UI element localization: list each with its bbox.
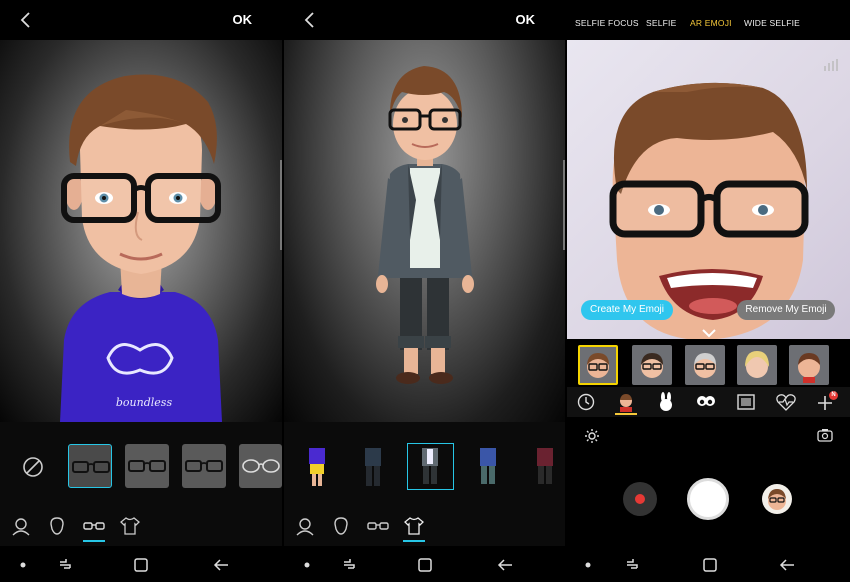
settings-gear-icon[interactable] xyxy=(584,428,600,444)
dot-icon[interactable] xyxy=(14,556,32,574)
top-bar: OK xyxy=(284,0,565,40)
outfit-option-red[interactable] xyxy=(532,444,558,490)
home-icon[interactable] xyxy=(132,556,150,574)
shirt-icon[interactable] xyxy=(403,516,425,536)
emoji-avatar-icon xyxy=(694,353,716,378)
record-dot-icon xyxy=(635,494,645,504)
outfit-option-blue[interactable] xyxy=(475,444,501,490)
emoji-avatar-icon xyxy=(798,353,820,383)
avatar-icon[interactable] xyxy=(615,392,637,412)
active-tab-indicator xyxy=(83,540,105,542)
category-tabs xyxy=(0,510,282,546)
ok-button[interactable]: OK xyxy=(233,12,253,27)
recent-apps-icon[interactable] xyxy=(340,556,358,574)
shirt-icon[interactable] xyxy=(119,516,141,536)
avatar-thumbnail-icon xyxy=(768,489,786,510)
camera-preview xyxy=(567,40,850,339)
home-icon[interactable] xyxy=(701,556,719,574)
outfit-option-selected[interactable] xyxy=(407,443,454,490)
create-my-emoji-button[interactable]: Create My Emoji xyxy=(581,300,673,320)
ar-emoji-camera-screen: SELFIE FOCUS SELFIE AR EMOJI WIDE SELFIE… xyxy=(567,0,850,582)
avatar-bust-illustration xyxy=(60,74,222,422)
glasses-editor-screen: OK boundless xyxy=(0,0,282,582)
outfit-option-dark[interactable] xyxy=(360,444,386,490)
active-tab-indicator xyxy=(403,540,425,542)
head-icon[interactable] xyxy=(330,516,352,536)
camera-mode-bar: SELFIE FOCUS SELFIE AR EMOJI WIDE SELFIE xyxy=(567,0,850,40)
mode-ar-emoji[interactable]: AR EMOJI xyxy=(690,18,732,28)
recent-apps-icon[interactable] xyxy=(56,556,74,574)
dot-icon[interactable] xyxy=(298,556,316,574)
new-badge: N xyxy=(829,391,838,400)
head-icon[interactable] xyxy=(46,516,68,536)
mode-selfie-focus[interactable]: SELFIE FOCUS xyxy=(575,18,639,28)
back-nav-icon[interactable] xyxy=(779,556,797,574)
emoji-tile-5[interactable] xyxy=(789,345,829,385)
emoji-tile-3[interactable] xyxy=(685,345,725,385)
square-glasses-icon xyxy=(128,460,166,472)
chevron-down-icon[interactable] xyxy=(701,327,717,339)
square-glasses-icon xyxy=(72,461,110,473)
top-bar: OK xyxy=(0,0,282,40)
emoji-tile-4[interactable] xyxy=(737,345,777,385)
eyes-icon[interactable] xyxy=(695,392,717,412)
rabbit-icon[interactable] xyxy=(655,392,677,412)
glasses-icon[interactable] xyxy=(367,516,389,536)
avatar-full-body-illustration xyxy=(376,66,474,384)
stage-divider xyxy=(563,160,565,250)
face-icon[interactable] xyxy=(10,516,32,536)
face-icon[interactable] xyxy=(294,516,316,536)
shirt-text: boundless xyxy=(115,396,173,409)
clock-icon[interactable] xyxy=(575,392,597,412)
round-glasses-icon xyxy=(242,459,280,473)
emoji-avatar-icon xyxy=(745,351,769,378)
emoji-face-illustration xyxy=(609,82,809,339)
shutter-button[interactable] xyxy=(687,478,729,520)
outfit-option-purple[interactable] xyxy=(304,444,330,490)
glasses-option-2[interactable] xyxy=(125,444,169,488)
ok-button[interactable]: OK xyxy=(516,12,536,27)
emoji-avatar-icon xyxy=(641,353,663,378)
home-icon[interactable] xyxy=(416,556,434,574)
active-category-indicator xyxy=(615,413,637,415)
switch-camera-icon[interactable] xyxy=(817,428,833,442)
emoji-thumbnail[interactable] xyxy=(762,484,792,514)
picture-icon[interactable] xyxy=(735,392,757,412)
no-glasses-icon[interactable] xyxy=(22,456,44,478)
avatar-preview: boundless xyxy=(0,40,282,422)
emoji-tile-my-emoji[interactable] xyxy=(578,345,618,385)
back-nav-icon[interactable] xyxy=(213,556,231,574)
avatar-preview xyxy=(284,40,565,422)
square-glasses-icon xyxy=(185,460,223,472)
back-nav-icon[interactable] xyxy=(497,556,515,574)
dot-icon[interactable] xyxy=(579,556,597,574)
record-button[interactable] xyxy=(623,482,657,516)
glasses-icon[interactable] xyxy=(83,516,105,536)
heart-pulse-icon[interactable] xyxy=(775,392,797,412)
stage-divider xyxy=(280,160,282,250)
my-emoji-avatar-icon xyxy=(587,353,609,378)
faded-signal-icon xyxy=(824,59,838,71)
back-arrow-icon[interactable] xyxy=(300,10,320,30)
remove-my-emoji-button[interactable]: Remove My Emoji xyxy=(737,300,835,320)
blazer-outfit-icon xyxy=(422,448,438,484)
mode-selfie[interactable]: SELFIE xyxy=(646,18,677,28)
glasses-option-3[interactable] xyxy=(182,444,226,488)
glasses-option-4[interactable] xyxy=(239,444,282,488)
outfit-editor-screen: OK xyxy=(284,0,565,582)
glasses-option-1[interactable] xyxy=(68,444,112,488)
mode-wide-selfie[interactable]: WIDE SELFIE xyxy=(744,18,800,28)
back-arrow-icon[interactable] xyxy=(16,10,36,30)
emoji-tile-2[interactable] xyxy=(632,345,672,385)
recent-apps-icon[interactable] xyxy=(623,556,641,574)
